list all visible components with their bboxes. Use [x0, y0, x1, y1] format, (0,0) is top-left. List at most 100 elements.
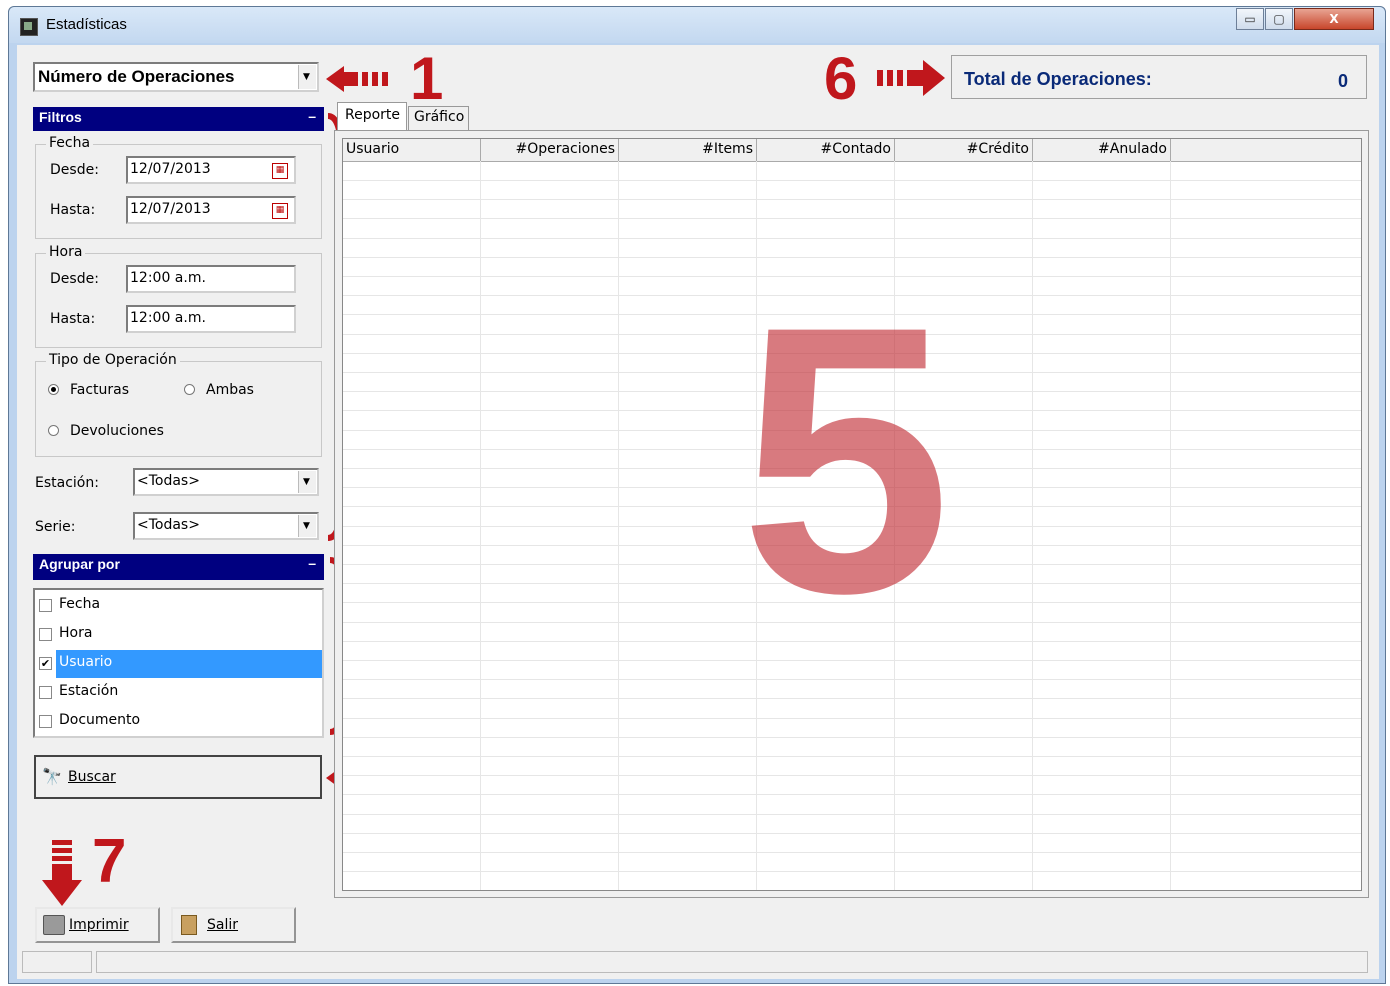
- minimize-button[interactable]: ▭: [1236, 8, 1264, 30]
- list-item[interactable]: ✔ Usuario: [36, 650, 322, 678]
- list-item[interactable]: Estación: [36, 679, 322, 707]
- annotation-7: 7: [92, 827, 127, 896]
- imprimir-label: Imprimir: [69, 917, 129, 933]
- grid-line: [343, 180, 1361, 181]
- maximize-button[interactable]: ▢: [1265, 8, 1293, 30]
- fecha-hasta-value: 12/07/2013: [130, 201, 211, 217]
- facturas-radio[interactable]: [48, 384, 59, 395]
- annotation-6: 6: [824, 45, 858, 112]
- grid-line: [343, 775, 1361, 776]
- fecha-legend: Fecha: [46, 135, 94, 151]
- search-icon: 🔭: [42, 767, 62, 786]
- hora-desde-input[interactable]: 12:00 a.m.: [126, 265, 296, 293]
- devoluciones-radio[interactable]: [48, 425, 59, 436]
- hora-desde-label: Desde:: [50, 271, 99, 287]
- annotation-5: 5: [740, 247, 952, 672]
- estacion-label: Estación:: [35, 475, 99, 491]
- ambas-label[interactable]: Ambas: [206, 382, 254, 398]
- total-value: 0: [1337, 71, 1348, 91]
- checkbox[interactable]: [39, 599, 52, 612]
- tab-grafico[interactable]: Gráfico: [408, 106, 469, 130]
- grid-line: [343, 814, 1361, 815]
- close-button[interactable]: X: [1294, 8, 1374, 30]
- grid-line: [343, 833, 1361, 834]
- exit-door-icon: [181, 915, 197, 935]
- checkbox[interactable]: [39, 715, 52, 728]
- tipo-operacion-group: [35, 361, 322, 457]
- chevron-down-icon[interactable]: [298, 515, 316, 537]
- checkbox[interactable]: [39, 686, 52, 699]
- list-item-label: Fecha: [59, 596, 101, 612]
- serie-label: Serie:: [35, 519, 76, 535]
- calendar-icon[interactable]: ▦: [272, 163, 288, 179]
- filters-header[interactable]: Filtros –: [33, 107, 324, 131]
- fecha-desde-value: 12/07/2013: [130, 161, 211, 177]
- serie-value: <Todas>: [137, 517, 200, 533]
- tab-grafico-label: Gráfico: [414, 109, 465, 125]
- buscar-label: Buscar: [68, 769, 116, 785]
- column-header[interactable]: #Contado: [757, 139, 895, 161]
- arrow-down-annotation-icon: [42, 840, 82, 906]
- group-by-header[interactable]: Agrupar por –: [33, 554, 324, 580]
- grid-line: [343, 737, 1361, 738]
- group-by-title: Agrupar por: [39, 556, 120, 572]
- grid-line: [343, 698, 1361, 699]
- column-header[interactable]: #Operaciones: [481, 139, 619, 161]
- collapse-group-by-icon[interactable]: –: [308, 555, 316, 571]
- ambas-radio[interactable]: [184, 384, 195, 395]
- column-header[interactable]: Usuario: [343, 139, 481, 161]
- grid-line: [343, 199, 1361, 200]
- hora-desde-value: 12:00 a.m.: [130, 270, 206, 286]
- serie-select[interactable]: <Todas>: [133, 512, 319, 540]
- arrow-right-annotation-icon: [877, 60, 945, 96]
- list-item-label: Documento: [59, 712, 141, 728]
- grid-line: [343, 218, 1361, 219]
- tipo-legend: Tipo de Operación: [46, 352, 180, 368]
- buscar-button[interactable]: 🔭 Buscar: [34, 755, 322, 799]
- list-item-label: Estación: [59, 683, 119, 699]
- table-header: Usuario #Operaciones #Items #Contado #Crédit…: [343, 139, 1361, 162]
- grid-line: [343, 871, 1361, 872]
- fecha-hasta-input[interactable]: 12/07/2013 ▦: [126, 196, 296, 224]
- title-bar[interactable]: [9, 7, 1385, 43]
- column-header[interactable]: #Anulado: [1033, 139, 1171, 161]
- status-panel-1: [22, 951, 92, 973]
- calendar-icon[interactable]: ▦: [272, 203, 288, 219]
- fecha-desde-input[interactable]: 12/07/2013 ▦: [126, 156, 296, 184]
- filters-title: Filtros: [39, 109, 82, 125]
- hora-hasta-label: Hasta:: [50, 311, 96, 327]
- chevron-down-icon[interactable]: [298, 471, 316, 493]
- grid-line: [343, 679, 1361, 680]
- app-icon: [20, 18, 38, 36]
- imprimir-button[interactable]: Imprimir: [35, 907, 160, 943]
- fecha-desde-label: Desde:: [50, 162, 99, 178]
- devoluciones-label[interactable]: Devoluciones: [70, 423, 164, 439]
- list-item[interactable]: Fecha: [36, 592, 322, 620]
- checkbox[interactable]: ✔: [39, 657, 52, 670]
- report-type-value: Número de Operaciones: [38, 67, 235, 86]
- tab-reporte[interactable]: Reporte: [337, 102, 407, 132]
- list-item-label: Hora: [59, 625, 93, 641]
- list-item[interactable]: Hora: [36, 621, 322, 649]
- hora-legend: Hora: [46, 244, 86, 260]
- printer-icon: [43, 915, 65, 935]
- tab-reporte-label: Reporte: [345, 107, 401, 123]
- facturas-label[interactable]: Facturas: [70, 382, 129, 398]
- total-box: Total de Operaciones: 0: [951, 55, 1367, 99]
- list-item[interactable]: Documento: [36, 708, 322, 736]
- hora-hasta-input[interactable]: 12:00 a.m.: [126, 305, 296, 333]
- hora-hasta-value: 12:00 a.m.: [130, 310, 206, 326]
- salir-button[interactable]: Salir: [171, 907, 296, 943]
- window-title: Estadísticas: [46, 16, 127, 33]
- chevron-down-icon[interactable]: [298, 65, 316, 89]
- grid-line: [343, 238, 1361, 239]
- estacion-value: <Todas>: [137, 473, 200, 489]
- column-header[interactable]: #Items: [619, 139, 757, 161]
- checkbox[interactable]: [39, 628, 52, 641]
- estacion-select[interactable]: <Todas>: [133, 468, 319, 496]
- column-header[interactable]: #Crédito: [895, 139, 1033, 161]
- report-type-select[interactable]: Número de Operaciones: [33, 62, 319, 92]
- fecha-hasta-label: Hasta:: [50, 202, 96, 218]
- grid-line: [343, 718, 1361, 719]
- collapse-filters-icon[interactable]: –: [308, 108, 316, 124]
